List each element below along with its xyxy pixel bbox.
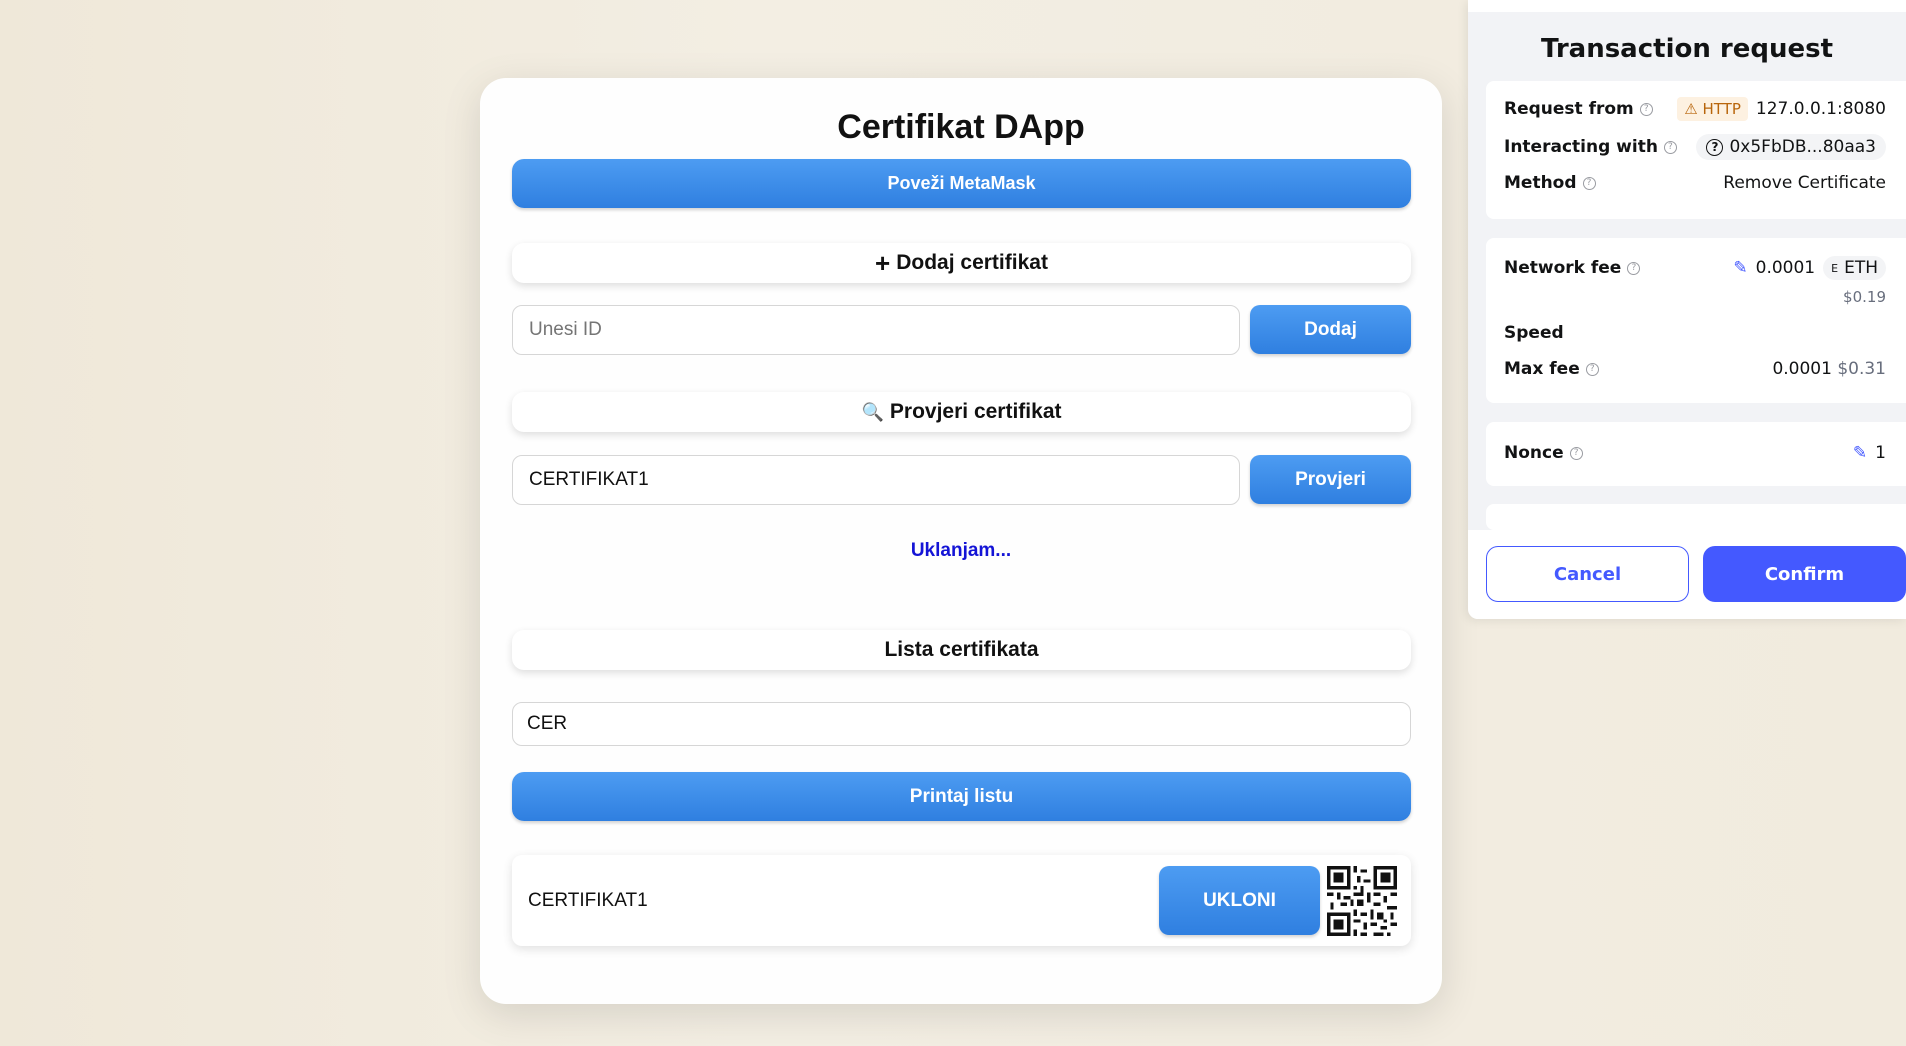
info-icon[interactable]: ? [1639, 102, 1653, 116]
network-fee-fiat: $0.19 [1843, 288, 1886, 306]
info-icon[interactable]: ? [1663, 140, 1677, 154]
speed-row: Speed [1504, 323, 1886, 343]
warning-icon: ⚠ [1684, 100, 1698, 118]
plus-icon: + [875, 247, 891, 278]
add-certificate-header: + Dodaj certifikat [512, 243, 1411, 283]
nonce-value: 1 [1875, 443, 1886, 463]
popup-footer: Cancel Confirm [1468, 530, 1906, 619]
info-icon[interactable]: ? [1585, 362, 1599, 376]
max-fee-label: Max fee [1504, 359, 1580, 379]
status-message: Uklanjam... [910, 540, 1012, 561]
eth-icon: E [1831, 261, 1839, 275]
info-icon[interactable]: ? [1627, 261, 1641, 275]
request-origin: 127.0.0.1:8080 [1755, 99, 1886, 119]
method-value: Remove Certificate [1723, 173, 1886, 193]
request-from-label: Request from [1504, 99, 1634, 119]
fee-details-box: Network fee? ✎ 0.0001 E ETH $0.19 Speed M… [1486, 238, 1906, 403]
request-details-box: Request from? ⚠ HTTP 127.0.0.1:8080 Inte… [1486, 81, 1906, 219]
speed-label: Speed [1504, 323, 1564, 343]
page-title: Certifikat DApp [837, 108, 1085, 146]
add-button[interactable]: Dodaj [1250, 305, 1411, 354]
transaction-request-title: Transaction request [1540, 34, 1834, 64]
edit-fee-icon[interactable]: ✎ [1733, 258, 1747, 278]
method-label: Method [1504, 173, 1577, 193]
add-certificate-title: Dodaj certifikat [896, 251, 1048, 274]
check-button[interactable]: Provjeri [1250, 455, 1411, 504]
network-fee-label: Network fee [1504, 258, 1622, 278]
method-row: Method? Remove Certificate [1504, 173, 1886, 193]
certificate-list-header: Lista certifikata [512, 630, 1411, 670]
connect-metamask-button[interactable]: Poveži MetaMask [512, 159, 1411, 208]
remove-certificate-button[interactable]: UKLONI [1159, 866, 1320, 935]
check-id-input[interactable] [512, 455, 1240, 505]
eth-currency-pill: E ETH [1823, 256, 1886, 280]
certificate-list-title: Lista certifikata [884, 638, 1039, 661]
info-icon[interactable]: ? [1569, 446, 1583, 460]
network-fee-row: Network fee? ✎ 0.0001 E ETH [1504, 256, 1886, 280]
nonce-box: Nonce? ✎ 1 [1486, 422, 1906, 486]
dapp-card: Certifikat DApp Poveži MetaMask + Dodaj … [480, 78, 1442, 1004]
network-fee-fiat-row: $0.19 [1504, 288, 1886, 306]
contract-address: 0x5FbDB...80aa3 [1729, 137, 1876, 157]
check-certificate-title: Provjeri certifikat [889, 400, 1062, 423]
certificate-row: CERTIFIKAT1 UKLONI [512, 855, 1411, 946]
cancel-button[interactable]: Cancel [1486, 546, 1689, 602]
http-warning-badge: ⚠ HTTP [1677, 97, 1748, 121]
list-filter-input[interactable] [512, 702, 1411, 746]
magnifier-icon: 🔍 [861, 401, 884, 422]
add-id-input[interactable] [512, 305, 1240, 355]
edit-nonce-icon[interactable]: ✎ [1853, 443, 1867, 463]
metamask-popup: Transaction request Request from? ⚠ HTTP… [1468, 0, 1906, 619]
contract-address-pill[interactable]: ? 0x5FbDB...80aa3 [1696, 134, 1886, 160]
request-from-row: Request from? ⚠ HTTP 127.0.0.1:8080 [1504, 97, 1886, 121]
interacting-with-label: Interacting with [1504, 137, 1658, 157]
check-certificate-header: 🔍 Provjeri certifikat [512, 392, 1411, 432]
print-list-button[interactable]: Printaj listu [512, 772, 1411, 821]
max-fee-value: 0.0001 [1772, 359, 1832, 379]
info-icon[interactable]: ? [1582, 176, 1596, 190]
max-fee-row: Max fee? 0.0001 $0.31 [1504, 359, 1886, 379]
network-fee-value: 0.0001 [1755, 258, 1816, 278]
nonce-row: Nonce? ✎ 1 [1504, 443, 1886, 463]
collapsed-box [1486, 504, 1906, 530]
popup-top-bar [1468, 0, 1906, 12]
certificate-name: CERTIFIKAT1 [528, 890, 648, 911]
interacting-with-row: Interacting with? ? 0x5FbDB...80aa3 [1504, 134, 1886, 160]
max-fee-fiat: $0.31 [1837, 359, 1886, 379]
unknown-contract-icon: ? [1706, 138, 1724, 156]
confirm-button[interactable]: Confirm [1703, 546, 1906, 602]
qr-code-icon [1327, 866, 1397, 936]
nonce-label: Nonce [1504, 443, 1564, 463]
